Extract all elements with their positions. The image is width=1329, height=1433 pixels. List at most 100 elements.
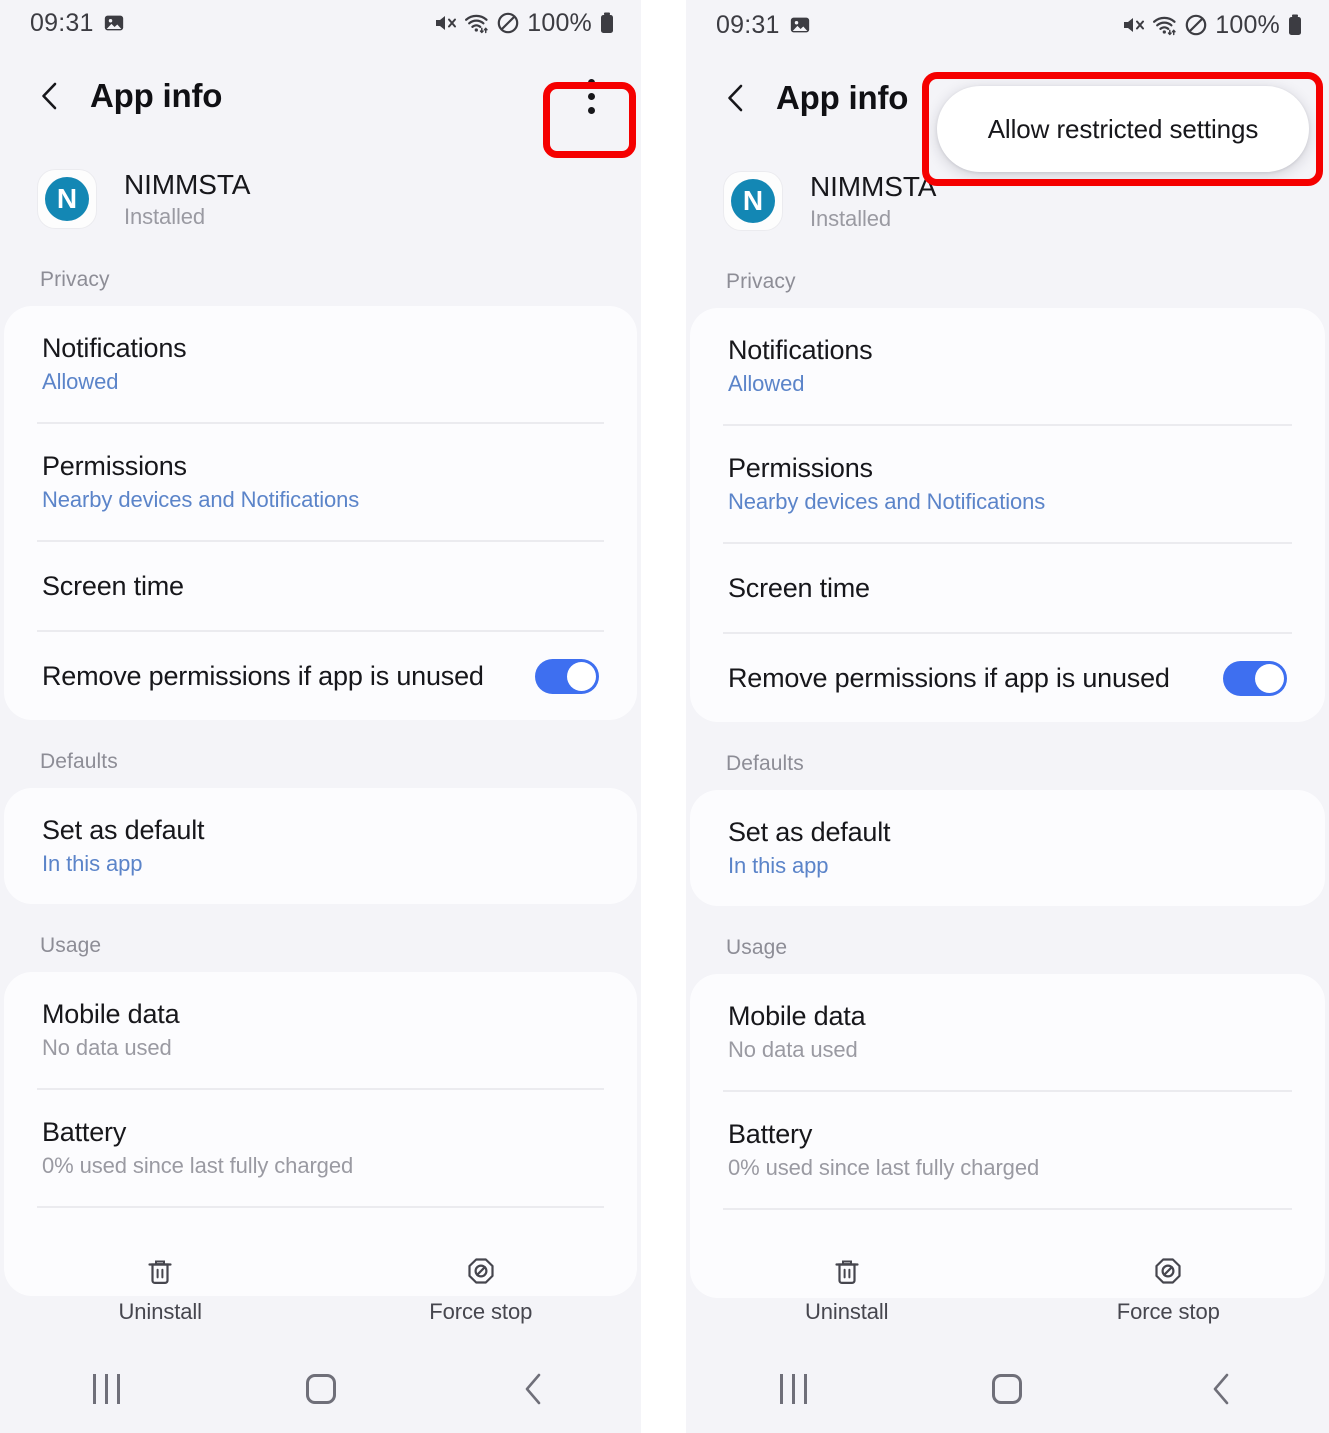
app-icon-letter: N [45,177,89,221]
overflow-dot-3 [587,106,595,114]
phone-screenshot-right: 09:31 100% App info Allow restricted set… [686,0,1329,1433]
system-navigation-bar [686,1345,1329,1433]
status-bar-left: 09:31 [30,9,125,38]
list-item-title: Notifications [42,333,187,363]
panel-gap [641,0,686,1433]
list-item-permissions[interactable]: Permissions Nearby devices and Notificat… [690,426,1325,542]
section-card-privacy: Notifications Allowed Permissions Nearby… [690,308,1325,722]
app-name: NIMMSTA [124,168,251,200]
do-not-disturb-icon [1184,13,1208,37]
mute-icon [433,11,457,35]
list-item-title: Permissions [728,453,873,483]
list-item-texts: Permissions Nearby devices and Notificat… [42,451,599,513]
overflow-menu-icon[interactable] [563,68,619,124]
force-stop-label: Force stop [429,1298,533,1324]
page-title: App info [776,79,909,116]
section-title-defaults: Defaults [726,752,804,775]
list-item-title: Battery [42,1117,127,1147]
app-header-row[interactable]: N NIMMSTA Installed [0,146,641,238]
uninstall-label: Uninstall [118,1298,203,1324]
section-title-usage: Usage [40,934,102,957]
nav-recents-button[interactable] [0,1374,214,1404]
force-stop-button[interactable]: Force stop [1008,1254,1329,1325]
list-item-set-as-default[interactable]: Set as default In this app [690,790,1325,906]
nav-recents-button[interactable] [686,1374,900,1404]
app-icon: N [38,170,96,228]
list-item-texts: Mobile data No data used [42,999,599,1061]
app-icon: N [724,172,782,230]
overflow-dot-2 [587,92,595,100]
nav-home-button[interactable] [214,1374,428,1404]
section-title-usage: Usage [726,936,788,959]
phone-screenshot-left: 09:31 100% App info N NIMMSTA Installed … [0,0,641,1433]
phone-screen-left: 09:31 100% App info N NIMMSTA Installed … [0,0,641,1433]
list-item-title: Notifications [728,335,873,365]
list-item-texts: Set as default In this app [42,815,599,877]
list-item-battery[interactable]: Battery 0% used since last fully charged [690,1092,1325,1208]
menu-item-allow-restricted-settings[interactable]: Allow restricted settings [988,114,1259,145]
do-not-disturb-icon [496,11,520,35]
app-icon-letter: N [731,179,775,223]
list-item-texts: Mobile data No data used [728,1001,1287,1063]
back-chevron-icon[interactable] [34,79,68,113]
recents-icon [93,1374,121,1404]
list-item-permissions[interactable]: Permissions Nearby devices and Notificat… [4,424,637,540]
list-item-screen-time[interactable]: Screen time [690,544,1325,632]
uninstall-button[interactable]: Uninstall [0,1254,321,1325]
uninstall-button[interactable]: Uninstall [686,1254,1008,1325]
list-item-notifications[interactable]: Notifications Allowed [4,306,637,422]
list-item-title: Remove permissions if app is unused [728,662,1170,693]
section-title-privacy: Privacy [726,270,796,293]
nav-back-button[interactable] [1115,1372,1329,1406]
list-item-battery[interactable]: Battery 0% used since last fully charged [4,1090,637,1206]
image-icon [789,14,811,36]
remove-permissions-toggle[interactable] [535,658,599,694]
mute-icon [1121,13,1145,37]
list-item-texts: Remove permissions if app is unused [728,663,1205,694]
list-item-subtitle: No data used [42,1035,172,1060]
nav-back-icon [1207,1372,1237,1406]
app-install-status: Installed [124,203,206,229]
section-title-privacy: Privacy [40,268,110,291]
list-item-mobile-data[interactable]: Mobile data No data used [4,972,637,1088]
list-item-title: Screen time [42,570,184,601]
status-bar: 09:31 100% [686,2,1329,48]
list-item-mobile-data[interactable]: Mobile data No data used [690,974,1325,1090]
battery-icon [599,11,615,35]
phone-screen-right: 09:31 100% App info Allow restricted set… [686,0,1329,1433]
list-item-subtitle: Nearby devices and Notifications [42,487,360,512]
status-bar-left: 09:31 [716,11,811,40]
system-navigation-bar [0,1345,641,1433]
force-stop-button[interactable]: Force stop [321,1254,642,1325]
list-item-remove-permissions[interactable]: Remove permissions if app is unused [4,632,637,720]
list-item-screen-time[interactable]: Screen time [4,542,637,630]
list-item-texts: Remove permissions if app is unused [42,661,517,692]
list-item-title: Set as default [728,817,891,847]
nav-back-icon [519,1372,549,1406]
recents-icon [779,1374,807,1404]
uninstall-label: Uninstall [805,1298,889,1324]
list-item-set-as-default[interactable]: Set as default In this app [4,788,637,904]
list-item-remove-permissions[interactable]: Remove permissions if app is unused [690,634,1325,722]
list-item-title: Permissions [42,451,187,481]
screenshot-stage: 09:31 100% App info N NIMMSTA Installed … [0,0,1329,1433]
list-item-title: Mobile data [728,1001,866,1031]
list-item-texts: Notifications Allowed [42,333,599,395]
wifi-icon [1152,13,1177,37]
home-icon [305,1374,336,1404]
nav-home-button[interactable] [900,1374,1114,1404]
status-clock: 09:31 [30,8,94,37]
status-bar: 09:31 100% [0,0,641,46]
list-item-texts: Set as default In this app [728,817,1287,879]
list-item-texts: Permissions Nearby devices and Notificat… [728,453,1287,515]
list-item-notifications[interactable]: Notifications Allowed [690,308,1325,424]
nav-back-button[interactable] [427,1372,641,1406]
remove-permissions-toggle[interactable] [1223,660,1287,696]
section-card-privacy: Notifications Allowed Permissions Nearby… [4,306,637,720]
list-item-title: Battery [728,1119,813,1149]
battery-percent-label: 100% [1215,10,1280,39]
overflow-dot-1 [587,78,595,86]
app-header-texts: NIMMSTA Installed [124,169,250,230]
force-stop-icon [463,1254,499,1290]
back-chevron-icon[interactable] [720,81,754,115]
